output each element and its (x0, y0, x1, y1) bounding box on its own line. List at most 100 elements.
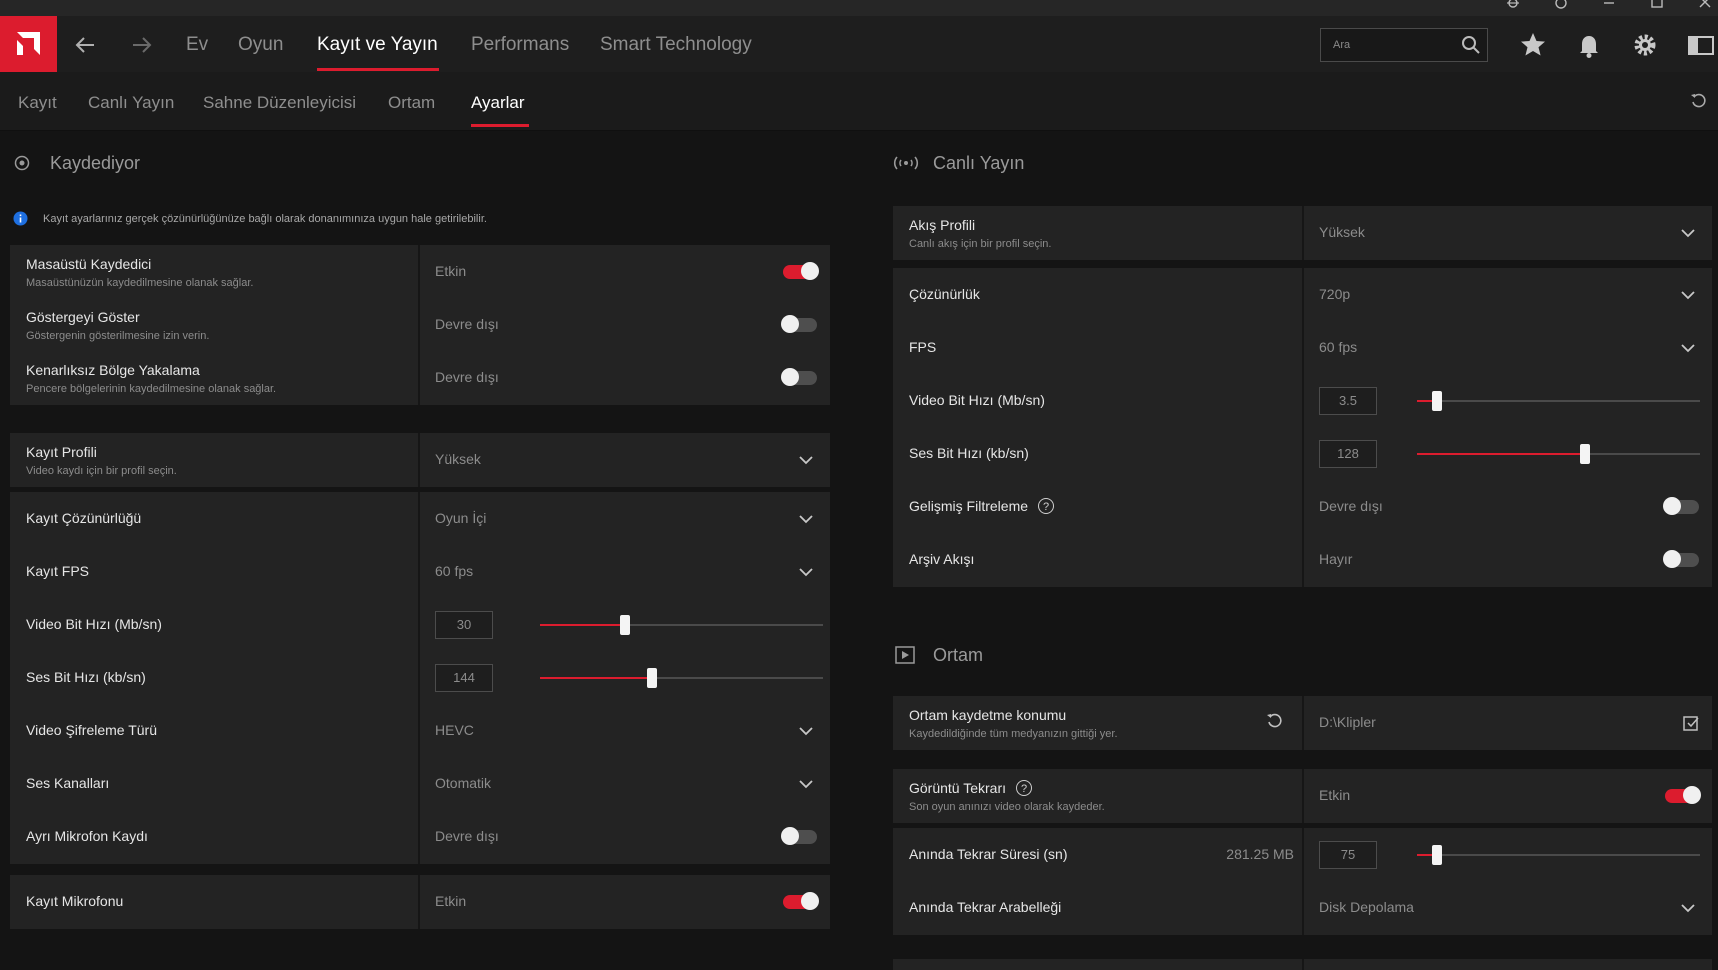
chevron-down-icon[interactable] (797, 451, 815, 469)
nav-tab-performans[interactable]: Performans (471, 34, 569, 56)
value-input[interactable]: 3.5 (1319, 387, 1377, 415)
setting-value[interactable]: 60 fps (435, 563, 473, 579)
setting-label-cell: Anında Tekrar Süresi (sn) 281.25 MB (893, 828, 1304, 882)
toggle-switch[interactable] (1663, 497, 1699, 515)
settings-gear-icon[interactable] (1628, 28, 1662, 62)
setting-value[interactable]: Yüksek (1319, 224, 1365, 240)
setting-label-cell: Video Bit Hızı (Mb/sn) (10, 598, 420, 652)
toggle-knob (1663, 497, 1681, 515)
browse-folder-icon[interactable] (1682, 714, 1700, 737)
setting-label: Kayıt FPS (26, 563, 90, 579)
setting-label: Görüntü Tekrarı? (909, 780, 1033, 796)
maximize-icon[interactable] (1646, 0, 1668, 15)
favorites-star-icon[interactable] (1516, 28, 1550, 62)
setting-value: Devre dışı (1319, 498, 1383, 514)
setting-label-cell: Arşiv Akışı (893, 533, 1304, 587)
value-input[interactable]: 144 (435, 664, 493, 692)
value-input[interactable]: 75 (1319, 841, 1377, 869)
slider-track[interactable] (1417, 845, 1700, 865)
nav-tab-smart-technology[interactable]: Smart Technology (600, 34, 752, 56)
setting-label-cell: Görüntü Tekrarı? Son oyun anınızı video o… (893, 769, 1304, 823)
setting-label: Kenarlıksız Bölge Yakalama (26, 362, 200, 378)
chevron-down-icon[interactable] (1679, 899, 1697, 917)
nav-tab-ev[interactable]: Ev (186, 34, 208, 56)
nav-tab-oyun[interactable]: Oyun (238, 34, 283, 56)
search-input[interactable]: Ara (1320, 28, 1488, 62)
chevron-down-icon[interactable] (1679, 286, 1697, 304)
toggle-switch[interactable] (783, 262, 819, 280)
subtab-sahne-duzenleyicisi[interactable]: Sahne Düzenleyicisi (203, 93, 356, 113)
setting-value[interactable]: 60 fps (1319, 339, 1357, 355)
slider-thumb[interactable] (1431, 845, 1442, 865)
slider-thumb[interactable] (619, 615, 630, 635)
slider-track[interactable] (540, 668, 823, 688)
settings-row-kayit-cozunurlugu: Kayıt Çözünürlüğü Oyun İçi (10, 492, 830, 546)
subtab-ayarlar[interactable]: Ayarlar (471, 93, 525, 113)
toggle-switch[interactable] (1663, 550, 1699, 568)
setting-label-cell: Ses Bit Hızı (kb/sn) (10, 651, 420, 705)
amd-logo-icon[interactable] (0, 16, 57, 72)
close-icon[interactable] (1694, 0, 1716, 15)
setting-value[interactable]: Yüksek (435, 451, 481, 467)
setting-label-cell: Ses Kanalları (10, 757, 420, 811)
subtab-ortam[interactable]: Ortam (388, 93, 435, 113)
toggle-switch[interactable] (781, 368, 817, 386)
toggle-knob (801, 262, 819, 280)
slider-thumb[interactable] (1431, 391, 1442, 411)
setting-value[interactable]: 720p (1319, 286, 1350, 302)
setting-label-cell: Anında Tekrar Arabelleği (893, 881, 1304, 935)
value-input[interactable]: 128 (1319, 440, 1377, 468)
chevron-down-icon[interactable] (797, 722, 815, 740)
slider-track[interactable] (540, 615, 823, 635)
help-question-icon[interactable]: ? (1016, 780, 1033, 796)
sidebar-panel-icon[interactable] (1684, 28, 1718, 62)
settings-row-partial (893, 959, 1712, 970)
forward-arrow-icon[interactable] (129, 32, 155, 64)
slider-track[interactable] (1417, 391, 1700, 411)
back-arrow-icon[interactable] (72, 32, 98, 64)
setting-label: Ses Bit Hızı (kb/sn) (909, 445, 1029, 461)
subtab-canli-yayin[interactable]: Canlı Yayın (88, 93, 174, 113)
settings-row-ayri-mikrofon-kaydi: Ayrı Mikrofon Kaydı Devre dışı (10, 810, 830, 864)
toggle-switch[interactable] (783, 892, 819, 910)
setting-label: Video Şifreleme Türü (26, 722, 157, 738)
help-question-icon[interactable]: ? (1038, 498, 1055, 514)
chevron-down-icon[interactable] (1679, 339, 1697, 357)
settings-row-video-bit-hizi-mb-sn: Video Bit Hızı (Mb/sn) 3.5 (893, 374, 1712, 428)
setting-value[interactable]: Disk Depolama (1319, 899, 1414, 915)
reset-icon[interactable] (1690, 92, 1708, 115)
slider-thumb[interactable] (646, 668, 657, 688)
chevron-down-icon[interactable] (797, 563, 815, 581)
value-input[interactable]: 30 (435, 611, 493, 639)
notifications-bell-icon[interactable] (1572, 28, 1606, 62)
record-icon (14, 155, 30, 174)
bug-icon[interactable] (1502, 0, 1524, 15)
setting-label: Masaüstü Kaydedici (26, 256, 152, 272)
minimize-icon[interactable] (1598, 0, 1620, 15)
toggle-switch[interactable] (1665, 786, 1701, 804)
settings-row-aninda-tekrar-arabellegi: Anında Tekrar Arabelleği Disk Depolama (893, 881, 1712, 935)
window-titlebar (0, 0, 1718, 16)
help-icon[interactable] (1550, 0, 1572, 15)
section-title-recording: Kaydediyor (50, 153, 141, 173)
setting-value[interactable]: Oyun İçi (435, 510, 486, 526)
slider-track[interactable] (1417, 444, 1700, 464)
chevron-down-icon[interactable] (797, 510, 815, 528)
slider-thumb[interactable] (1580, 444, 1591, 464)
reset-location-icon[interactable] (1266, 712, 1284, 735)
setting-label-cell: Kayıt Profili Video kaydı için bir profil… (10, 433, 420, 487)
setting-value[interactable]: Otomatik (435, 775, 491, 791)
chevron-down-icon[interactable] (1679, 224, 1697, 242)
settings-row-kayit-mikrofonu: Kayıt Mikrofonu Etkin (10, 875, 830, 929)
search-icon[interactable] (1461, 35, 1481, 60)
setting-value[interactable]: D:\Klipler (1319, 714, 1376, 730)
nav-tab-kayit-ve-yayin[interactable]: Kayıt ve Yayın (317, 34, 438, 56)
setting-label-cell: Ayrı Mikrofon Kaydı (10, 810, 420, 864)
setting-label-cell: Kenarlıksız Bölge Yakalama Pencere bölgel… (10, 351, 420, 405)
toggle-switch[interactable] (781, 315, 817, 333)
slider-fill (540, 677, 652, 679)
chevron-down-icon[interactable] (797, 775, 815, 793)
subtab-kayit[interactable]: Kayıt (18, 93, 57, 113)
toggle-switch[interactable] (781, 827, 817, 845)
setting-value[interactable]: HEVC (435, 722, 474, 738)
